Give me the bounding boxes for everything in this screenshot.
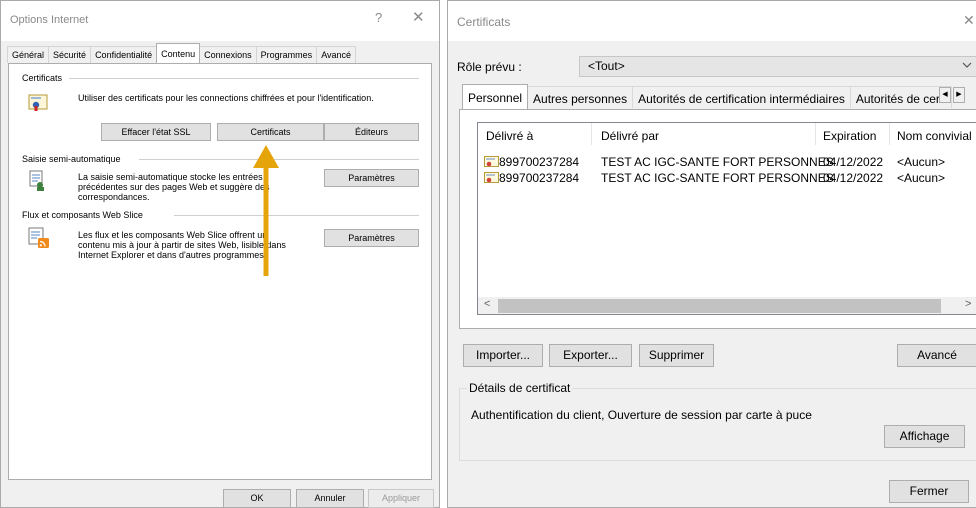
tab-scroll-left-button[interactable]: ◀ — [939, 87, 951, 103]
certificate-list-header: Délivré à Délivré par Expiration Nom con… — [478, 123, 976, 145]
certificates-group-label: Certificats — [22, 73, 67, 83]
feeds-description-line1: Les flux et les composants Web Slice off… — [78, 230, 268, 240]
column-separator — [889, 123, 890, 145]
internet-options-tabs: Général Sécurité Confidentialité Contenu… — [7, 43, 357, 64]
column-issued-by[interactable]: Délivré par — [601, 129, 659, 143]
divider — [69, 78, 419, 79]
intended-purpose-label: Rôle prévu : — [457, 60, 522, 74]
apply-button[interactable]: Appliquer — [368, 489, 434, 508]
import-button[interactable]: Importer... — [463, 344, 543, 367]
tab-security[interactable]: Sécurité — [48, 46, 92, 63]
column-separator — [815, 123, 816, 145]
certificate-details-text: Authentification du client, Ouverture de… — [471, 408, 812, 422]
scroll-right-icon[interactable]: > — [965, 298, 971, 310]
close-icon[interactable]: ✕ — [412, 8, 425, 26]
tab-root-authorities[interactable]: Autorités de certi — [849, 86, 952, 108]
internet-options-titlebar: Options Internet ? ✕ — [1, 1, 439, 41]
horizontal-scrollbar[interactable]: < > — [478, 297, 976, 314]
remove-button[interactable]: Supprimer — [639, 344, 714, 367]
internet-options-title: Options Internet — [10, 14, 89, 26]
certificates-titlebar: Certificats ✕ — [448, 1, 976, 41]
table-row[interactable]: 899700237284 TEST AC IGC-SANTE FORT PERS… — [478, 154, 976, 170]
tab-other-people[interactable]: Autres personnes — [527, 86, 634, 108]
expiration-cell: 04/12/2022 — [823, 171, 884, 185]
tab-connections[interactable]: Connexions — [199, 46, 257, 63]
certificate-icon — [484, 172, 499, 183]
feeds-group-label: Flux et composants Web Slice — [22, 210, 147, 220]
tab-general[interactable]: Général — [7, 46, 50, 63]
scrollbar-thumb[interactable] — [498, 299, 941, 313]
autocomplete-group-label: Saisie semi-automatique — [22, 154, 125, 164]
close-button[interactable]: Fermer — [889, 480, 969, 503]
friendly-name-cell: <Aucun> — [897, 155, 946, 169]
certificates-dialog: Certificats ✕ Rôle prévu : <Tout> Person… — [447, 0, 976, 508]
feeds-icon — [28, 227, 49, 248]
autocomplete-settings-button[interactable]: Paramètres — [324, 169, 419, 187]
issued-by-cell: TEST AC IGC-SANTE FORT PERSONNES — [601, 155, 834, 169]
internet-options-dialog: Options Internet ? ✕ Général Sécurité Co… — [0, 0, 440, 508]
chevron-down-icon — [962, 60, 972, 72]
feeds-settings-button[interactable]: Paramètres — [324, 229, 419, 247]
autocomplete-description-line1: La saisie semi-automatique stocke les en… — [78, 172, 263, 182]
certificate-details-label: Détails de certificat — [467, 381, 573, 395]
tab-personal[interactable]: Personnel — [462, 84, 529, 109]
column-separator — [591, 123, 592, 145]
autocomplete-description-line2: précédentes sur des pages Web et suggère… — [78, 182, 270, 192]
certificates-title: Certificats — [457, 15, 511, 29]
certificate-icon — [28, 94, 48, 111]
tab-advanced[interactable]: Avancé — [316, 46, 357, 63]
intended-purpose-value: <Tout> — [588, 59, 625, 73]
view-button[interactable]: Affichage — [884, 425, 965, 448]
help-button[interactable]: ? — [375, 10, 382, 25]
issued-to-cell: 899700237284 — [499, 155, 580, 169]
tab-content[interactable]: Contenu — [156, 43, 201, 63]
column-friendly-name[interactable]: Nom convivial — [897, 129, 972, 143]
intended-purpose-select[interactable]: <Tout> — [579, 56, 976, 77]
clear-ssl-state-button[interactable]: Effacer l'état SSL — [101, 123, 211, 141]
scroll-left-icon[interactable]: < — [484, 298, 490, 310]
expiration-cell: 04/12/2022 — [823, 155, 884, 169]
certificate-store-tabs: Personnel Autres personnes Autorités de … — [462, 84, 952, 110]
tab-intermediate-authorities[interactable]: Autorités de certification intermédiaire… — [632, 86, 851, 108]
certificate-list[interactable]: Délivré à Délivré par Expiration Nom con… — [477, 122, 976, 315]
certificates-description: Utiliser des certificats pour les connec… — [78, 93, 374, 103]
tab-scroll-right-button[interactable]: ▶ — [953, 87, 965, 103]
issued-to-cell: 899700237284 — [499, 171, 580, 185]
certificates-button[interactable]: Certificats — [217, 123, 324, 141]
content-tab-panel: Certificats Utiliser des certificats pou… — [8, 63, 432, 480]
personal-tab-panel: Délivré à Délivré par Expiration Nom con… — [459, 109, 976, 329]
ok-button[interactable]: OK — [223, 489, 291, 508]
tab-programs[interactable]: Programmes — [255, 46, 318, 63]
issued-by-cell: TEST AC IGC-SANTE FORT PERSONNES — [601, 171, 834, 185]
advanced-button[interactable]: Avancé — [897, 344, 976, 367]
tab-privacy[interactable]: Confidentialité — [90, 46, 158, 63]
table-row[interactable]: 899700237284 TEST AC IGC-SANTE FORT PERS… — [478, 170, 976, 186]
friendly-name-cell: <Aucun> — [897, 171, 946, 185]
autocomplete-description-line3: correspondances. — [78, 192, 150, 202]
publishers-button[interactable]: Éditeurs — [324, 123, 419, 141]
annotation-arrow-icon — [253, 145, 279, 276]
autocomplete-icon — [29, 170, 44, 191]
divider — [174, 215, 419, 216]
cancel-button[interactable]: Annuler — [296, 489, 364, 508]
column-expiration[interactable]: Expiration — [823, 129, 876, 143]
column-issued-to[interactable]: Délivré à — [486, 129, 533, 143]
export-button[interactable]: Exporter... — [549, 344, 632, 367]
feeds-description-line3: Internet Explorer et dans d'autres progr… — [78, 250, 267, 260]
close-icon[interactable]: ✕ — [963, 12, 975, 29]
certificate-icon — [484, 156, 499, 167]
